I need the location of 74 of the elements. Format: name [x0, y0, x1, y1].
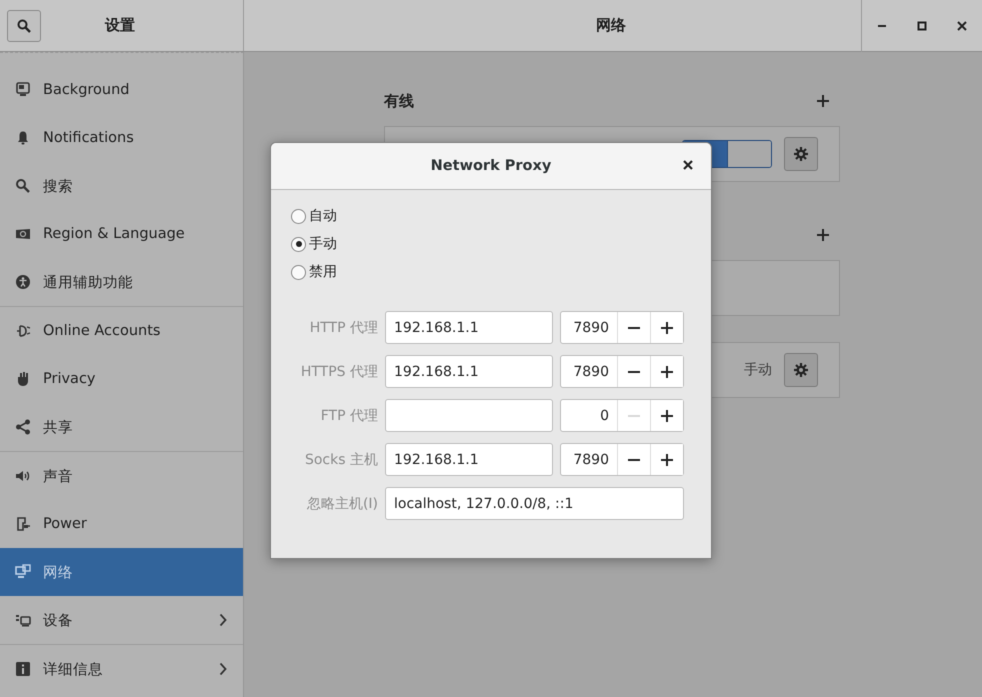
sidebar-title: 设置: [105, 16, 135, 35]
add-button[interactable]: [816, 228, 830, 242]
field-label: 忽略主机(I): [306, 494, 378, 512]
speaker-icon: [15, 468, 31, 484]
sidebar-item[interactable]: Region & Language: [0, 210, 243, 258]
hand-icon: [15, 371, 31, 387]
port-spinner[interactable]: 7890: [560, 355, 684, 388]
search-button[interactable]: [7, 10, 41, 42]
gear-icon: [793, 146, 809, 162]
radio-button[interactable]: [291, 264, 306, 280]
plus-icon: [817, 229, 829, 241]
dialog-title: Network Proxy: [430, 158, 552, 174]
port-spinner[interactable]: 0: [560, 399, 684, 432]
sidebar-item[interactable]: 通用辅助功能: [0, 258, 243, 306]
increment-button[interactable]: [650, 444, 683, 475]
sidebar-item[interactable]: Notifications: [0, 114, 243, 162]
share-icon: [15, 419, 31, 435]
sidebar-item[interactable]: 声音: [0, 452, 243, 500]
radio-option[interactable]: 手动: [291, 235, 337, 253]
input-field[interactable]: 192.168.1.1: [385, 443, 553, 476]
plus-icon: [817, 95, 829, 107]
sidebar-item[interactable]: Power: [0, 500, 243, 548]
field-label: Socks 主机: [304, 450, 378, 468]
input-field[interactable]: localhost, 127.0.0.0/8, ::1: [385, 487, 684, 520]
input-field[interactable]: 192.168.1.1: [385, 355, 553, 388]
proxy-mode-value: 手动: [744, 361, 772, 379]
maximize-icon: [917, 20, 927, 30]
increment-button[interactable]: [650, 312, 683, 343]
input-field[interactable]: [385, 399, 553, 432]
radio-button[interactable]: [291, 236, 306, 252]
close-icon: [957, 20, 967, 30]
sidebar-item[interactable]: 搜索: [0, 162, 243, 210]
search-icon: [15, 178, 31, 194]
person-icon: [15, 274, 31, 290]
radio-option[interactable]: 自动: [291, 207, 337, 225]
field-label: FTP 代理: [320, 406, 378, 424]
settings-button[interactable]: [784, 137, 818, 171]
window-title: 网络: [596, 16, 626, 35]
increment-button[interactable]: [650, 356, 683, 387]
increment-button[interactable]: [650, 400, 683, 431]
info-icon: [15, 661, 31, 677]
bell-icon: [15, 130, 31, 146]
battery-plug-icon: [15, 516, 31, 532]
radio-option[interactable]: 禁用: [291, 263, 337, 281]
plus-icon: [661, 454, 673, 466]
sidebar-item[interactable]: 设备: [0, 596, 243, 644]
monitor-icon: [15, 82, 31, 98]
flag-icon: [15, 226, 31, 242]
sidebar-item[interactable]: 网络: [0, 548, 243, 596]
plus-icon: [661, 410, 673, 422]
add-button[interactable]: [816, 94, 830, 108]
sidebar-item[interactable]: Privacy: [0, 355, 243, 403]
plug-icon: [15, 323, 31, 339]
network-icon: [15, 564, 31, 580]
close-button[interactable]: [681, 158, 695, 172]
gear-icon: [793, 362, 809, 378]
minimize-icon: [878, 24, 886, 26]
field-label: HTTP 代理: [308, 318, 378, 336]
input-field[interactable]: 192.168.1.1: [385, 311, 553, 344]
plus-icon: [661, 322, 673, 334]
field-label: HTTPS 代理: [300, 362, 378, 380]
sidebar-item[interactable]: 共享: [0, 403, 243, 451]
radio-button[interactable]: [291, 208, 306, 224]
search-icon: [17, 18, 31, 32]
close-icon: [683, 160, 693, 170]
sidebar-item[interactable]: 详细信息: [0, 645, 243, 693]
devices-icon: [15, 612, 31, 628]
sidebar-item[interactable]: Online Accounts: [0, 307, 243, 355]
port-spinner[interactable]: 7890: [560, 443, 684, 476]
sidebar-item[interactable]: Background: [0, 66, 243, 114]
plus-icon: [661, 366, 673, 378]
settings-button[interactable]: [784, 353, 818, 387]
port-spinner[interactable]: 7890: [560, 311, 684, 344]
section-heading: 有线: [384, 92, 414, 110]
